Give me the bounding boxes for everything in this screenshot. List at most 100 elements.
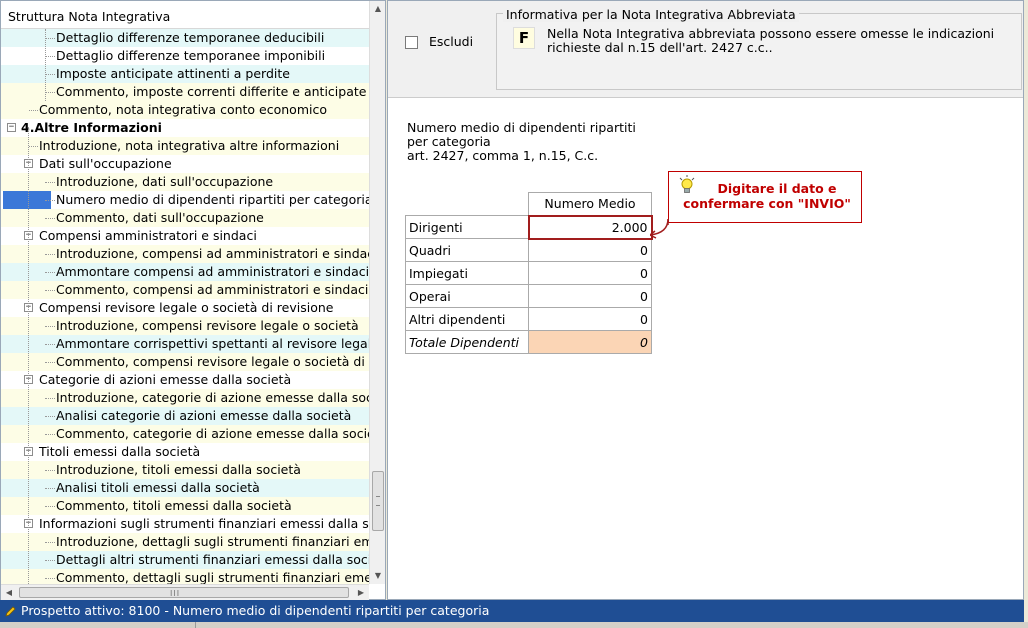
tree-item[interactable]: Commento, dettagli sugli strumenti finan…	[1, 569, 369, 584]
info-f-icon: F	[513, 27, 535, 49]
tree-item[interactable]: Introduzione, dati sull'occupazione	[1, 173, 369, 191]
info-title: Informativa per la Nota Integrativa Abbr…	[503, 7, 799, 22]
tree-item[interactable]: − Dati sull'occupazione	[1, 155, 369, 173]
scroll-left-icon[interactable]: ◀	[1, 585, 17, 601]
numero-medio-cell[interactable]: 0	[528, 238, 652, 262]
vertical-scrollbar[interactable]: ▲ ▼	[369, 1, 385, 584]
table-row: Dirigenti 2.000	[405, 214, 653, 240]
tree-item[interactable]: Commento, categorie di azione emesse dal…	[1, 425, 369, 443]
hint-arrow-icon	[650, 218, 669, 239]
tree-item[interactable]: Analisi categorie di azioni emesse dalla…	[1, 407, 369, 425]
tree-item[interactable]: Commento, titoli emessi dalla società	[1, 497, 369, 515]
scroll-right-icon[interactable]: ▶	[353, 585, 369, 601]
detail-panel: Escludi Informativa per la Nota Integrat…	[387, 0, 1024, 600]
tree-item-label: Introduzione, dettagli sugli strumenti f…	[56, 534, 369, 549]
tree-item-label: Analisi categorie di azioni emesse dalla…	[56, 408, 352, 423]
exclude-label: Escludi	[429, 34, 474, 49]
tree-item[interactable]: Introduzione, categorie di azione emesse…	[1, 389, 369, 407]
numero-medio-cell[interactable]: 2.000	[527, 214, 653, 240]
numero-medio-cell[interactable]: 0	[528, 261, 652, 285]
exclude-checkbox[interactable]	[405, 36, 418, 49]
tree-item-label: Commento, categorie di azione emesse dal…	[56, 426, 369, 441]
numero-medio-cell[interactable]: 0	[528, 307, 652, 331]
tree-item[interactable]: − Compensi amministratori e sindaci	[1, 227, 369, 245]
tree-item[interactable]: Introduzione, nota integrativa altre inf…	[1, 137, 369, 155]
status-bar: Prospetto attivo: 8100 - Numero medio di…	[0, 600, 1024, 622]
tree-item-label: Compensi revisore legale o società di re…	[39, 300, 334, 315]
description-line: art. 2427, comma 1, n.15, C.c.	[407, 148, 599, 163]
tree-item[interactable]: Numero medio di dipendenti ripartiti per…	[1, 191, 369, 209]
table-row: Operai 0	[405, 284, 652, 308]
table-row: Quadri 0	[405, 238, 652, 262]
tree-item[interactable]: Introduzione, titoli emessi dalla societ…	[1, 461, 369, 479]
description-line: Numero medio di dipendenti ripartiti	[407, 120, 636, 135]
tree-item[interactable]: Introduzione, compensi revisore legale o…	[1, 317, 369, 335]
column-header: Numero Medio	[528, 192, 652, 216]
tree-item[interactable]: Dettagli altri strumenti finanziari emes…	[1, 551, 369, 569]
table-row: Impiegati 0	[405, 261, 652, 285]
description-line: per categoria	[407, 134, 491, 149]
tree-item[interactable]: − Titoli emessi dalla società	[1, 443, 369, 461]
tree-item-label: Categorie di azioni emesse dalla società	[39, 372, 292, 387]
category-label: Quadri	[405, 238, 529, 262]
tree-item[interactable]: Ammontare corrispettivi spettanti al rev…	[1, 335, 369, 353]
hint-text: Digitare il dato e confermare con "INVIO…	[677, 181, 857, 211]
tree-item[interactable]: − Compensi revisore legale o società di r…	[1, 299, 369, 317]
numero-medio-cell[interactable]: 0	[528, 284, 652, 308]
category-label: Dirigenti	[405, 215, 529, 239]
tree-item-label: Commento, imposte correnti differite e a…	[56, 84, 367, 99]
scroll-thumb[interactable]	[372, 471, 384, 531]
tree-item-label: Commento, dati sull'occupazione	[56, 210, 264, 225]
tree-item-label: Ammontare corrispettivi spettanti al rev…	[56, 336, 369, 351]
scroll-down-icon[interactable]: ▼	[370, 568, 386, 584]
tree-item-label: Commento, compensi ad amministratori e s…	[56, 282, 369, 297]
tree-item[interactable]: Commento, compensi revisore legale o soc…	[1, 353, 369, 371]
pencil-icon	[5, 606, 16, 617]
tree-item[interactable]: Imposte anticipate attinenti a perdite	[1, 65, 369, 83]
tree-item-label: Introduzione, compensi ad amministratori…	[56, 246, 369, 261]
bottom-strip	[0, 622, 1028, 628]
tree-item[interactable]: Commento, imposte correnti differite e a…	[1, 83, 369, 101]
tree-item-label: Titoli emessi dalla società	[39, 444, 201, 459]
tree-item-label: Introduzione, dati sull'occupazione	[56, 174, 274, 189]
tree-item[interactable]: Commento, dati sull'occupazione	[1, 209, 369, 227]
tree-item[interactable]: Dettaglio differenze temporanee imponibi…	[1, 47, 369, 65]
hint-line: confermare con "INVIO"	[683, 196, 851, 211]
table-description: Numero medio di dipendenti ripartiti per…	[407, 121, 667, 163]
tree-item-label: Compensi amministratori e sindaci	[39, 228, 257, 243]
tree-item-label: Dettaglio differenze temporanee imponibi…	[56, 48, 326, 63]
status-text: Prospetto attivo: 8100 - Numero medio di…	[21, 603, 490, 618]
scroll-up-icon[interactable]: ▲	[370, 1, 386, 17]
tree-item-label: Analisi titoli emessi dalla società	[56, 480, 260, 495]
tree-item-label: Ammontare compensi ad amministratori e s…	[56, 264, 369, 279]
tree-item[interactable]: − Categorie di azioni emesse dalla societ…	[1, 371, 369, 389]
category-label: Impiegati	[405, 261, 529, 285]
header-blank	[406, 193, 529, 216]
tree-item[interactable]: Analisi titoli emessi dalla società	[1, 479, 369, 497]
tree-item-label: Introduzione, titoli emessi dalla societ…	[56, 462, 301, 477]
hint-line: Digitare il dato e	[717, 181, 837, 196]
window-edge	[1024, 0, 1028, 622]
tree-item-label: Commento, nota integrativa conto economi…	[39, 102, 327, 117]
tree-item-label: Commento, dettagli sugli strumenti finan…	[56, 570, 369, 584]
tree-header: Struttura Nota Integrativa	[1, 1, 369, 29]
tree-item[interactable]: Dettaglio differenze temporanee deducibi…	[1, 29, 369, 47]
horizontal-scrollbar[interactable]: ◀ III ▶	[1, 584, 369, 600]
tree-item[interactable]: Commento, nota integrativa conto economi…	[1, 101, 369, 119]
tree-item[interactable]: Introduzione, compensi ad amministratori…	[1, 245, 369, 263]
tree-item[interactable]: Ammontare compensi ad amministratori e s…	[1, 263, 369, 281]
tree-item-label: Numero medio di dipendenti ripartiti per…	[56, 192, 369, 207]
collapse-icon[interactable]: −	[7, 123, 16, 132]
total-value: 0	[528, 330, 652, 354]
tree-item[interactable]: −4.Altre Informazioni	[1, 119, 369, 137]
tree-item[interactable]: − Informazioni sugli strumenti finanziari…	[1, 515, 369, 533]
tree-item[interactable]: Introduzione, dettagli sugli strumenti f…	[1, 533, 369, 551]
tree-item-label: Commento, compensi revisore legale o soc…	[56, 354, 365, 369]
hscroll-thumb[interactable]: III	[19, 587, 349, 598]
tree-item-label: Introduzione, compensi revisore legale o…	[56, 318, 359, 333]
employees-table: Numero Medio Dirigenti 2.000 Quadri 0 Impieg…	[405, 192, 653, 354]
tree-item-label: Introduzione, categorie di azione emesse…	[56, 390, 369, 405]
tree-item[interactable]: Commento, compensi ad amministratori e s…	[1, 281, 369, 299]
total-label: Totale Dipendenti	[405, 330, 529, 354]
table-row: Altri dipendenti 0	[405, 307, 652, 331]
